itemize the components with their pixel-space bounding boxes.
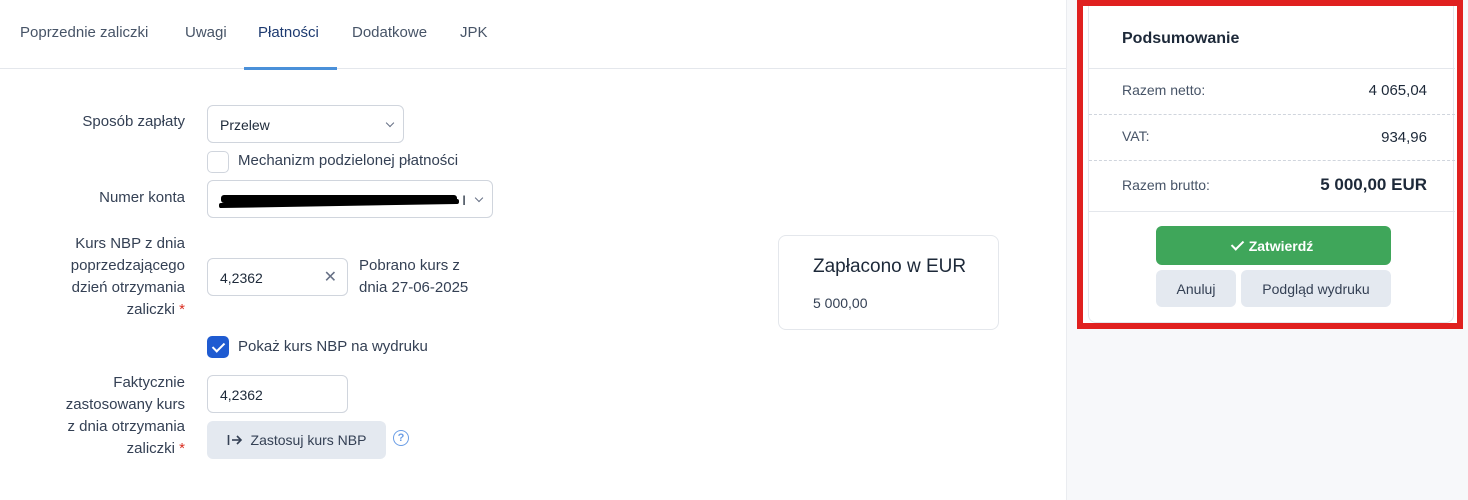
tab-jpk[interactable]: JPK [460, 24, 488, 41]
chevron-down-icon [385, 118, 395, 128]
cancel-button[interactable]: Anuluj [1156, 270, 1236, 307]
show-nbp-checkbox[interactable] [207, 336, 229, 358]
vat-value: 934,96 [1381, 129, 1427, 146]
nbp-rate-label-line-1: Kurs NBP z dnia [75, 235, 185, 252]
account-number-trailing: I [462, 192, 466, 208]
actual-rate-label-line-4: zaliczki [126, 440, 175, 457]
paid-value: 5 000,00 [813, 295, 868, 311]
divider [1089, 160, 1455, 161]
required-mark: * [179, 301, 185, 318]
tab-platnosci[interactable]: Płatności [258, 24, 319, 41]
divider [1089, 114, 1455, 115]
actual-rate-label: Faktycznie zastosowany kurs z dnia otrzy… [0, 372, 185, 460]
summary-title: Podsumowanie [1122, 30, 1240, 47]
print-preview-label: Podgląd wydruku [1262, 280, 1370, 297]
active-tab-indicator [244, 67, 337, 70]
nbp-rate-value: 4,2362 [220, 270, 263, 286]
paid-card: Zapłacono w EUR 5 000,00 [778, 235, 999, 330]
cancel-label: Anuluj [1176, 280, 1216, 297]
apply-nbp-label: Zastosuj kurs NBP [250, 432, 367, 448]
payment-method-select[interactable]: Przelew [207, 105, 404, 143]
account-number-label: Numer konta [99, 189, 185, 206]
fetched-rate-info-line-2: dnia 27-06-2025 [359, 279, 469, 296]
check-icon [1230, 236, 1244, 251]
actual-rate-label-line-1: Faktycznie [113, 374, 185, 391]
nbp-rate-label-line-3: dzień otrzymania [71, 279, 185, 296]
actual-rate-label-line-2: zastosowany kurs [65, 396, 185, 413]
tab-uwagi[interactable]: Uwagi [185, 24, 227, 41]
nbp-rate-label-line-4: zaliczki [126, 301, 175, 318]
actual-rate-label-line-3: z dnia otrzymania [67, 418, 185, 435]
payment-method-label: Sposób zapłaty [82, 113, 185, 130]
confirm-button[interactable]: Zatwierdź [1156, 226, 1391, 265]
fetched-rate-info: Pobrano kurs z dnia 27-06-2025 [359, 255, 468, 299]
divider [1089, 68, 1455, 69]
show-nbp-label: Pokaż kurs NBP na wydruku [238, 338, 428, 355]
chevron-down-icon [474, 193, 484, 203]
summary-card: Podsumowanie Razem netto: 4 065,04 VAT: … [1088, 6, 1455, 323]
actual-rate-input[interactable]: 4,2362 [207, 375, 348, 413]
nbp-rate-label-line-2: poprzedzającego [70, 257, 185, 274]
login-arrow-icon [227, 435, 242, 445]
tab-bar: Poprzednie zaliczki Uwagi Płatności Doda… [0, 0, 1066, 70]
paid-title: Zapłacono w EUR [813, 256, 967, 277]
split-payment-label: Mechanizm podzielonej płatności [238, 152, 459, 169]
tab-poprzednie-zaliczki[interactable]: Poprzednie zaliczki [20, 24, 148, 41]
fetched-rate-info-line-1: Pobrano kurs z [359, 257, 460, 274]
help-icon[interactable]: ? [393, 430, 409, 446]
actual-rate-value: 4,2362 [220, 387, 263, 403]
main-content: Poprzednie zaliczki Uwagi Płatności Doda… [0, 0, 1066, 500]
required-mark: * [179, 440, 185, 457]
divider [1089, 211, 1455, 212]
print-preview-button[interactable]: Podgląd wydruku [1241, 270, 1391, 307]
net-value: 4 065,04 [1368, 82, 1427, 99]
nbp-rate-label: Kurs NBP z dnia poprzedzającego dzień ot… [0, 233, 185, 321]
nbp-rate-input[interactable]: 4,2362 ✕ [207, 258, 348, 296]
vat-label: VAT: [1122, 128, 1150, 144]
tab-dodatkowe[interactable]: Dodatkowe [352, 24, 427, 41]
apply-nbp-button[interactable]: Zastosuj kurs NBP [207, 421, 386, 459]
gross-label: Razem brutto: [1122, 177, 1210, 193]
split-payment-checkbox[interactable] [207, 151, 229, 173]
clear-icon[interactable]: ✕ [324, 267, 337, 287]
confirm-label: Zatwierdź [1248, 237, 1314, 254]
net-label: Razem netto: [1122, 82, 1206, 98]
payment-method-value: Przelew [220, 117, 270, 133]
summary-highlight: Podsumowanie Razem netto: 4 065,04 VAT: … [1077, 0, 1463, 329]
gross-value: 5 000,00 EUR [1320, 175, 1427, 194]
